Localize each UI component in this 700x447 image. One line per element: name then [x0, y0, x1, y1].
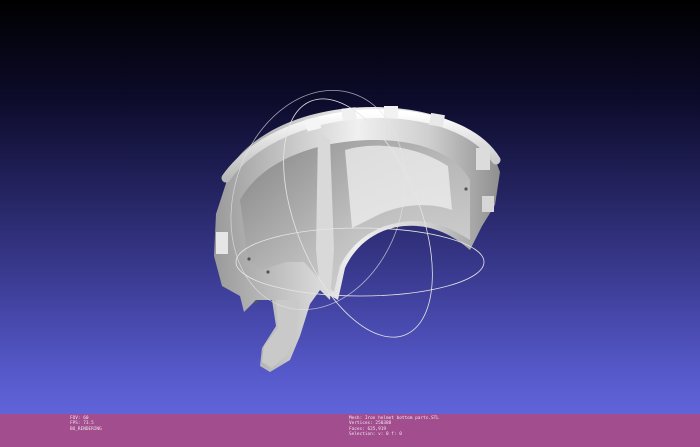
- mount-hole: [464, 187, 468, 191]
- mount-hole: [266, 270, 270, 274]
- rim-tab: [341, 107, 357, 121]
- rim-tab: [384, 106, 398, 118]
- model-render-canvas[interactable]: [0, 0, 700, 447]
- rim-tab: [476, 148, 490, 170]
- rim-tab: [216, 232, 228, 254]
- mount-hole: [247, 257, 251, 261]
- helmet-lower-tab: [262, 300, 300, 368]
- rim-tab: [429, 112, 445, 128]
- render-mode-readout: BO_RENDERING: [70, 426, 102, 432]
- helmet-mesh[interactable]: [214, 106, 501, 372]
- mount-hole: [254, 300, 258, 304]
- 3d-viewport[interactable]: FOV: 60 FPS: 73.5 BO_RENDERING Mesh: Iro…: [0, 0, 700, 447]
- rim-tab: [482, 196, 494, 212]
- mesh-info: Mesh: Iron helmet bottom parts.STL Verti…: [349, 416, 439, 438]
- status-bar: FOV: 60 FPS: 73.5 BO_RENDERING Mesh: Iro…: [0, 414, 700, 447]
- render-info: FOV: 60 FPS: 73.5 BO_RENDERING: [70, 416, 102, 432]
- selection-readout: Selection: v: 0 f: 0: [349, 432, 402, 438]
